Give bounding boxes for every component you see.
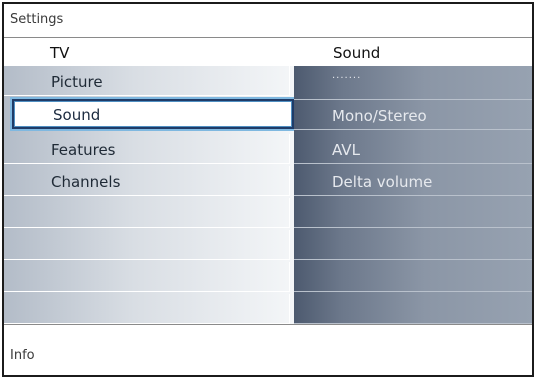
submenu-item-empty [294, 198, 532, 228]
submenu-item-empty [294, 230, 532, 260]
settings-window: Settings TV Sound Picture Sound Features… [2, 2, 534, 377]
menu-item-empty [4, 262, 290, 292]
menu-item-label: Features [51, 141, 116, 159]
submenu-item-label: Mono/Stereo [332, 107, 427, 125]
menu-item-label: Sound [53, 106, 101, 124]
left-menu-panel: Picture Sound Features Channels [4, 66, 294, 324]
submenu-item-label: Delta volume [332, 173, 433, 191]
menu-item-sound[interactable]: Sound [12, 99, 294, 129]
menu-header-left: TV [50, 44, 70, 62]
submenu-item-label: AVL [332, 141, 360, 159]
submenu-item-label: ······· [332, 73, 362, 84]
title-divider [4, 37, 532, 38]
submenu-item-avl[interactable]: AVL [294, 134, 532, 164]
submenu-item-empty [294, 294, 532, 324]
submenu-item-delta-volume[interactable]: Delta volume [294, 166, 532, 196]
footer-divider [4, 324, 532, 325]
menu-item-picture[interactable]: Picture [4, 66, 290, 96]
submenu-item-mono-stereo[interactable]: Mono/Stereo [294, 100, 532, 130]
window-title: Settings [10, 12, 64, 27]
menu-header-right: Sound [333, 44, 381, 62]
menu-item-features[interactable]: Features [4, 134, 290, 164]
submenu-item-empty [294, 262, 532, 292]
submenu-item-dots[interactable]: ······· [294, 70, 532, 100]
right-submenu-panel: ······· Mono/Stereo AVL Delta volume [294, 66, 532, 324]
menu-item-channels[interactable]: Channels [4, 166, 290, 196]
menu-item-empty [4, 294, 290, 324]
info-label: Info [10, 348, 35, 363]
menu-item-empty [4, 230, 290, 260]
menu-item-empty [4, 198, 290, 228]
menu-item-label: Channels [51, 173, 121, 191]
menu-item-label: Picture [51, 73, 103, 91]
